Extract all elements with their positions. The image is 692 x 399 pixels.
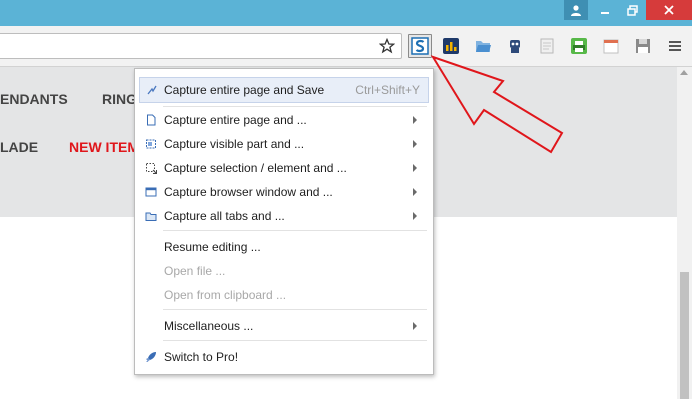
submenu-arrow-icon <box>413 140 417 148</box>
calendar-extension-button[interactable] <box>601 36 621 56</box>
printer-extension-button[interactable] <box>569 36 589 56</box>
submenu-arrow-icon <box>413 212 417 220</box>
menu-item-capture-entire-page-save[interactable]: Capture entire page and Save Ctrl+Shift+… <box>139 77 429 103</box>
chart-extension-icon <box>443 38 459 54</box>
profile-button[interactable] <box>564 0 588 20</box>
submenu-arrow-icon <box>413 116 417 124</box>
capture-save-icon <box>147 85 157 95</box>
menu-item-open-from-clipboard[interactable]: Open from clipboard ... <box>135 283 433 307</box>
menu-item-capture-all-tabs[interactable]: Capture all tabs and ... <box>135 204 433 228</box>
star-icon <box>379 38 395 54</box>
address-bar[interactable] <box>0 33 402 59</box>
tabs-icon <box>145 212 157 221</box>
page-scrollbar[interactable] <box>677 67 692 399</box>
menu-item-switch-to-pro[interactable]: Switch to Pro! <box>135 345 433 369</box>
menu-item-capture-visible-part[interactable]: Capture visible part and ... <box>135 132 433 156</box>
menu-item-miscellaneous[interactable]: Miscellaneous ... <box>135 314 433 338</box>
page-icon <box>147 114 156 126</box>
folder-extension-icon <box>476 41 491 52</box>
browser-toolbar <box>0 26 692 67</box>
robot-extension-button[interactable] <box>505 36 525 56</box>
rocket-icon <box>146 352 156 362</box>
menu-icon <box>669 41 681 51</box>
menu-item-open-file[interactable]: Open file ... <box>135 259 433 283</box>
blank-page-extension-button[interactable] <box>537 36 557 56</box>
menu-separator <box>163 309 427 310</box>
floppy-extension-icon <box>636 39 650 53</box>
submenu-arrow-icon <box>413 322 417 330</box>
nav-link-new-item[interactable]: NEW ITEM <box>69 139 139 155</box>
person-icon <box>571 5 581 16</box>
chrome-menu-button[interactable] <box>665 36 685 56</box>
menu-separator <box>163 106 427 107</box>
menu-separator <box>163 340 427 341</box>
nav-link-blade[interactable]: LADE <box>0 139 38 155</box>
calendar-extension-icon <box>603 39 619 54</box>
screenshot-extension-button[interactable] <box>408 34 432 58</box>
nav-link-pendants[interactable]: ENDANTS <box>0 91 68 107</box>
screenshot-extension-icon <box>411 37 429 55</box>
nav-link-rings[interactable]: RING <box>102 91 137 107</box>
menu-item-capture-entire-page[interactable]: Capture entire page and ... <box>135 108 433 132</box>
scroll-thumb[interactable] <box>680 272 689 399</box>
bookmark-star-button[interactable] <box>377 35 397 57</box>
selection-icon <box>146 163 157 174</box>
submenu-arrow-icon <box>413 188 417 196</box>
visible-part-icon <box>146 139 156 149</box>
maximize-icon <box>626 4 638 16</box>
menu-item-capture-browser-window[interactable]: Capture browser window and ... <box>135 180 433 204</box>
close-icon <box>664 5 674 15</box>
capture-menu: Capture entire page and Save Ctrl+Shift+… <box>134 68 434 375</box>
menu-item-resume-editing[interactable]: Resume editing ... <box>135 235 433 259</box>
blank-page-extension-icon <box>540 38 554 54</box>
close-button[interactable] <box>646 0 692 20</box>
window-titlebar <box>0 0 692 26</box>
printer-extension-icon <box>571 38 587 54</box>
menu-separator <box>163 230 427 231</box>
submenu-arrow-icon <box>413 164 417 172</box>
window-icon <box>145 187 157 197</box>
minimize-icon <box>601 12 609 14</box>
floppy-extension-button[interactable] <box>633 36 653 56</box>
menu-item-capture-selection[interactable]: Capture selection / element and ... <box>135 156 433 180</box>
scroll-up-icon[interactable] <box>680 70 688 75</box>
folder-extension-button[interactable] <box>473 36 493 56</box>
minimize-button[interactable] <box>592 0 618 20</box>
robot-extension-icon <box>510 40 520 53</box>
maximize-button[interactable] <box>619 0 645 20</box>
chart-extension-button[interactable] <box>441 36 461 56</box>
